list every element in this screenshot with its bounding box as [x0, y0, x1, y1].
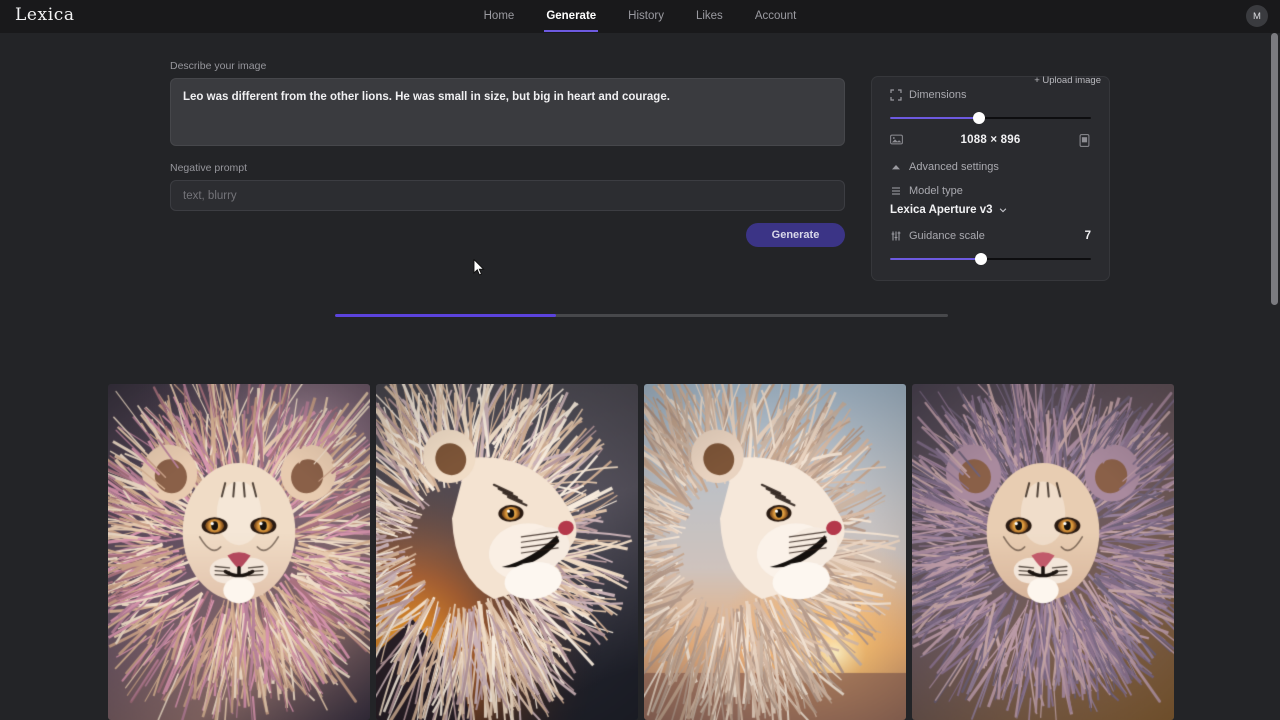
chevron-down-icon — [998, 205, 1008, 215]
dimensions-slider-fill — [890, 117, 980, 119]
generation-progress-bar — [335, 314, 948, 317]
list-icon — [890, 185, 902, 197]
guidance-scale-labelgroup: Guidance scale — [890, 230, 985, 242]
result-image-3[interactable] — [644, 384, 906, 720]
generation-progress-fill — [335, 314, 556, 317]
negative-prompt-label: Negative prompt — [170, 162, 248, 174]
guidance-scale-slider[interactable] — [890, 252, 1091, 266]
nav-item-home[interactable]: Home — [482, 1, 517, 32]
lion-image-4 — [912, 384, 1174, 720]
dimensions-value-row: 1088 × 896 — [890, 134, 1091, 147]
page-scrollbar[interactable] — [1269, 33, 1280, 720]
nav-item-likes[interactable]: Likes — [694, 1, 725, 32]
guidance-scale-header: Guidance scale 7 — [890, 230, 1091, 242]
advanced-settings-toggle[interactable]: Advanced settings — [890, 161, 1091, 173]
generate-button[interactable]: Generate — [746, 223, 845, 247]
dimensions-slider-knob[interactable] — [973, 112, 986, 124]
nav-links: Home Generate History Likes Account — [0, 0, 1280, 33]
app-root: Lexica Home Generate History Likes Accou… — [0, 0, 1280, 720]
advanced-settings-label: Advanced settings — [909, 161, 999, 173]
expand-corners-icon — [890, 89, 902, 101]
lion-image-3 — [644, 384, 906, 720]
prompt-form: Describe your image Negative prompt Gene… — [170, 60, 845, 247]
guidance-scale-label: Guidance scale — [909, 230, 985, 242]
prompt-label: Describe your image — [170, 60, 267, 72]
nav-item-history[interactable]: History — [626, 1, 666, 32]
sliders-icon — [890, 230, 902, 242]
lion-image-2 — [376, 384, 638, 720]
dimensions-value: 1088 × 896 — [960, 134, 1021, 146]
guidance-scale-value: 7 — [1084, 230, 1091, 242]
dimensions-label: Dimensions — [909, 89, 967, 101]
upload-image-button[interactable]: + Upload image — [1034, 75, 1101, 86]
generate-row: Generate — [170, 223, 845, 247]
nav-item-account[interactable]: Account — [753, 1, 799, 32]
results-grid — [108, 384, 1174, 720]
landscape-image-icon[interactable] — [890, 134, 903, 146]
page-scrollbar-thumb[interactable] — [1271, 33, 1278, 305]
result-image-1[interactable] — [108, 384, 370, 720]
portrait-image-icon[interactable] — [1079, 134, 1091, 147]
guidance-slider-knob[interactable] — [975, 253, 988, 265]
negative-prompt-group: Negative prompt — [170, 162, 845, 211]
result-image-4[interactable] — [912, 384, 1174, 720]
result-image-2[interactable] — [376, 384, 638, 720]
settings-panel: + Upload image Dimensions 1088 × 896 Adv… — [871, 75, 1110, 281]
negative-prompt-input[interactable] — [170, 180, 845, 211]
nav-item-generate[interactable]: Generate — [544, 1, 599, 32]
guidance-slider-fill — [890, 258, 982, 260]
dimensions-slider[interactable] — [890, 111, 1091, 125]
mouse-cursor — [473, 259, 485, 276]
model-type-header: Model type — [890, 185, 1091, 197]
model-select-value: Lexica Aperture v3 — [890, 204, 993, 216]
prompt-input[interactable] — [170, 78, 845, 146]
model-select[interactable]: Lexica Aperture v3 — [890, 204, 1091, 216]
avatar[interactable]: M — [1246, 5, 1268, 27]
top-navbar: Lexica Home Generate History Likes Accou… — [0, 0, 1280, 33]
caret-up-icon — [890, 161, 902, 173]
lion-image-1 — [108, 384, 370, 720]
model-type-label: Model type — [909, 185, 963, 197]
dimensions-header: Dimensions — [890, 89, 1091, 101]
